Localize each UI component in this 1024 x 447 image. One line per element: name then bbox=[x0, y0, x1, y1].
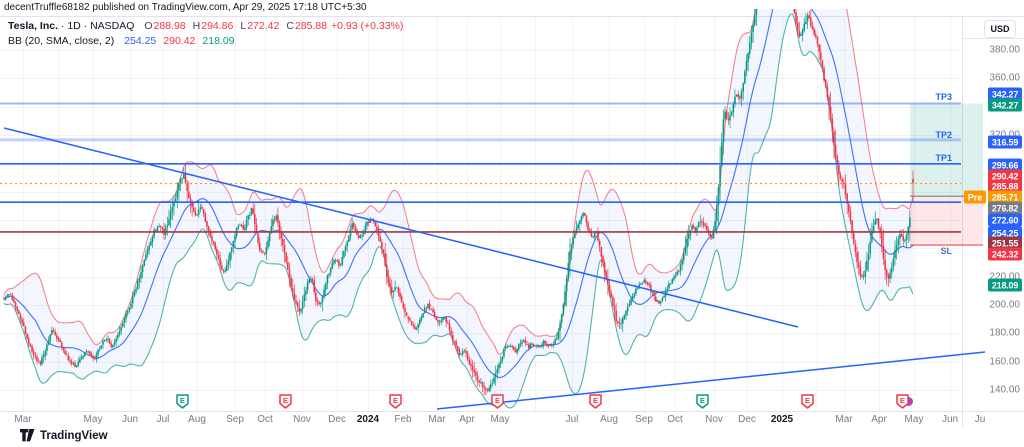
earnings-marker-icon[interactable]: E bbox=[176, 394, 189, 409]
ohlc-value: 285.88 bbox=[295, 20, 327, 32]
earnings-marker-icon[interactable]: E bbox=[279, 394, 292, 409]
time-axis-label: Dec bbox=[738, 414, 756, 425]
price-axis-badge: 242.32 bbox=[988, 248, 1022, 261]
price-chart-canvas[interactable] bbox=[0, 0, 1024, 447]
time-axis[interactable]: Mar May Jun Jul Aug Sep Oct Nov Dec 2024 Feb Mar Apr… bbox=[0, 412, 962, 428]
price-axis[interactable]: USD 380.00360.00320.00220.00200.00180.00… bbox=[962, 16, 1024, 427]
ohlc-key: C bbox=[286, 20, 294, 32]
price-axis-badge: 342.27 bbox=[988, 99, 1022, 112]
time-axis-label: Nov bbox=[293, 414, 311, 425]
symbol-title: Tesla, Inc. bbox=[8, 20, 58, 32]
indicator-name: BB (20, SMA, close, 2) bbox=[8, 35, 114, 47]
ohlc-value: 272.42 bbox=[247, 20, 279, 32]
ohlc-values: O288.98 H294.86 L272.42 C285.88 bbox=[137, 20, 327, 32]
price-axis-label: 200.00 bbox=[989, 300, 1020, 311]
ohlc-key: O bbox=[144, 20, 152, 32]
time-axis-label: Jul bbox=[566, 414, 579, 425]
time-axis-label: Mar bbox=[14, 414, 31, 425]
time-axis-year-label: 2025 bbox=[771, 414, 793, 425]
time-axis-label: Apr bbox=[871, 414, 887, 425]
time-axis-label: May bbox=[905, 414, 924, 425]
indicator-value: 290.42 bbox=[163, 35, 195, 47]
indicator-values: 254.25 290.42 218.09 bbox=[117, 35, 234, 47]
change-value: +0.93 (+0.33%) bbox=[331, 20, 403, 32]
earnings-marker-icon[interactable]: E bbox=[896, 394, 909, 409]
svg-text:E: E bbox=[804, 396, 809, 405]
time-axis-label: Feb bbox=[394, 414, 411, 425]
price-axis-badge: 218.09 bbox=[988, 279, 1022, 292]
earnings-marker-icon[interactable]: E bbox=[696, 394, 709, 409]
price-axis-badge: 316.59 bbox=[988, 136, 1022, 149]
indicator-value: 218.09 bbox=[202, 35, 234, 47]
price-axis-label: 160.00 bbox=[989, 357, 1020, 368]
time-axis-label: Jun bbox=[942, 414, 958, 425]
svg-text:E: E bbox=[179, 396, 184, 405]
earnings-marker-icon[interactable]: E bbox=[589, 394, 602, 409]
tradingview-logo-text: TradingView bbox=[40, 430, 108, 442]
ohlc-value: 294.86 bbox=[201, 20, 233, 32]
tp2-label: TP2 bbox=[935, 130, 952, 140]
price-axis-label: 380.00 bbox=[989, 45, 1020, 56]
svg-text:E: E bbox=[494, 396, 499, 405]
ohlc-value: 288.98 bbox=[154, 20, 186, 32]
time-axis-label: Sep bbox=[226, 414, 244, 425]
time-axis-label: Jul bbox=[157, 414, 170, 425]
svg-text:E: E bbox=[592, 396, 597, 405]
time-axis-label: Jun bbox=[122, 414, 138, 425]
earnings-marker-icon[interactable]: E bbox=[801, 394, 814, 409]
svg-text:E: E bbox=[699, 396, 704, 405]
premarket-pill: Pre bbox=[964, 191, 986, 204]
tradingview-logo-icon bbox=[20, 429, 35, 442]
ohlc-key: H bbox=[193, 20, 201, 32]
sl-label: SL bbox=[940, 246, 952, 256]
time-axis-label: Sep bbox=[635, 414, 653, 425]
time-axis-label: Aug bbox=[600, 414, 618, 425]
publish-info-text: decentTruffle68182 published on TradingV… bbox=[4, 2, 367, 13]
time-axis-label: Dec bbox=[328, 414, 346, 425]
ohlc-key: L bbox=[240, 20, 246, 32]
time-axis-year-label: 2024 bbox=[357, 414, 379, 425]
time-axis-label: Oct bbox=[257, 414, 273, 425]
publish-info-bar: decentTruffle68182 published on TradingV… bbox=[4, 2, 367, 13]
indicator-value: 254.25 bbox=[124, 35, 156, 47]
tradingview-snapshot: { "top_bar": { "text": "decentTruffle681… bbox=[0, 0, 1024, 447]
svg-text:E: E bbox=[282, 396, 287, 405]
time-axis-label: Mar bbox=[835, 414, 852, 425]
time-axis-label: Ju bbox=[975, 414, 986, 425]
time-axis-label: Mar bbox=[428, 414, 445, 425]
time-axis-label: Oct bbox=[667, 414, 683, 425]
symbol-meta: · 1D · NASDAQ bbox=[61, 20, 135, 32]
svg-text:E: E bbox=[392, 396, 397, 405]
symbol-legend[interactable]: Tesla, Inc. · 1D · NASDAQ O288.98 H294.86… bbox=[8, 20, 403, 32]
time-axis-label: May bbox=[84, 414, 103, 425]
price-axis-label: 360.00 bbox=[989, 73, 1020, 84]
currency-button[interactable]: USD bbox=[984, 20, 1016, 38]
svg-text:E: E bbox=[899, 396, 904, 405]
tradingview-logo[interactable]: TradingView bbox=[20, 429, 108, 442]
indicator-legend[interactable]: BB (20, SMA, close, 2) 254.25 290.42 218.0… bbox=[8, 35, 235, 47]
time-axis-label: May bbox=[491, 414, 510, 425]
time-axis-label: Aug bbox=[188, 414, 206, 425]
tp3-label: TP3 bbox=[935, 92, 952, 102]
time-axis-label: Apr bbox=[459, 414, 475, 425]
time-axis-label: Nov bbox=[705, 414, 723, 425]
earnings-marker-icon[interactable]: E bbox=[491, 394, 504, 409]
price-axis-label: 180.00 bbox=[989, 328, 1020, 339]
price-axis-badge: 272.60 bbox=[988, 214, 1022, 227]
earnings-marker-icon[interactable]: E bbox=[389, 394, 402, 409]
tp1-label: TP1 bbox=[935, 153, 952, 163]
price-axis-label: 140.00 bbox=[989, 385, 1020, 396]
